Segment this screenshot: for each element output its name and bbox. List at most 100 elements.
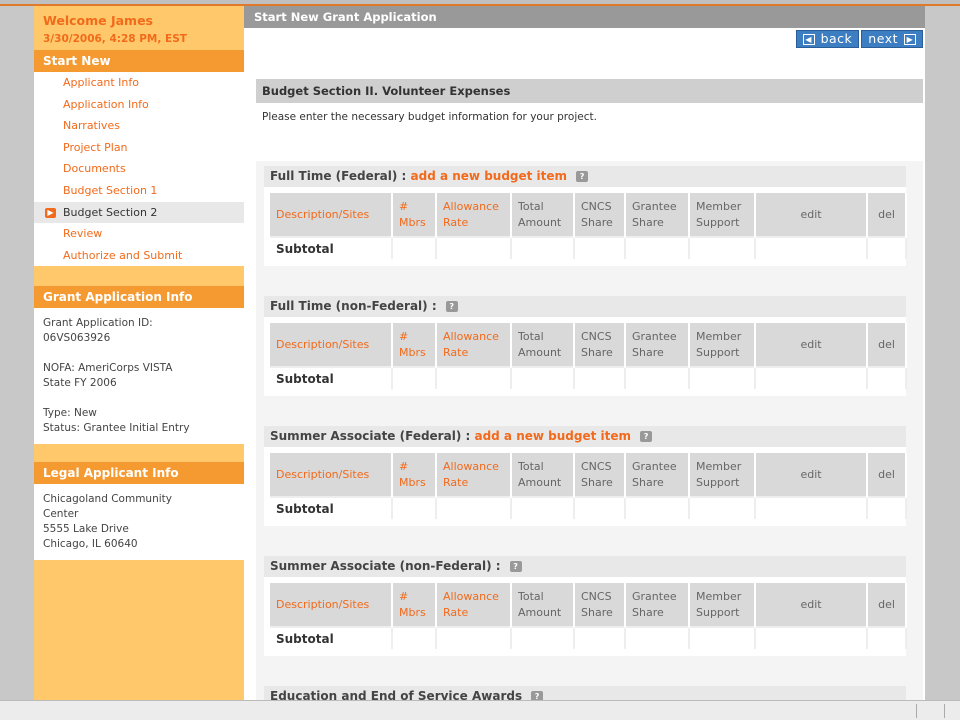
column-header-cncs-share: CNCS Share: [574, 323, 626, 367]
subtotal-cell: [436, 236, 512, 259]
sidebar-item-label: Budget Section 1: [63, 183, 158, 197]
status-divider: [944, 704, 945, 718]
column-header--mbrs[interactable]: # Mbrs: [392, 583, 437, 627]
column-header-description-sites[interactable]: Description/Sites: [270, 453, 393, 497]
column-header--mbrs[interactable]: # Mbrs: [392, 193, 437, 237]
column-header-description-sites[interactable]: Description/Sites: [270, 323, 393, 367]
page-margin-right: [925, 6, 960, 700]
help-icon[interactable]: ?: [640, 431, 653, 442]
sidebar-item-narratives[interactable]: Narratives: [34, 115, 244, 137]
column-header-edit: edit: [755, 323, 868, 367]
next-arrow-icon: ▶: [904, 33, 916, 45]
column-header-del: del: [867, 583, 907, 627]
help-icon[interactable]: ?: [576, 171, 589, 182]
grant-id-label: Grant Application ID:: [43, 317, 153, 330]
subtotal-cell: [689, 496, 756, 519]
column-header-member-support: Member Support: [689, 583, 756, 627]
table-header-row: Description/Sites # Mbrs Allowance Rate Tot…: [270, 453, 907, 497]
help-icon[interactable]: ?: [445, 301, 458, 312]
column-header--mbrs[interactable]: # Mbrs: [392, 453, 437, 497]
sidebar-spacer: [34, 266, 244, 287]
sidebar-item-budget-section-1[interactable]: Budget Section 1: [34, 180, 244, 202]
sidebar-nav: Applicant Info Application Info Narratives…: [34, 72, 244, 267]
subtotal-cell: [867, 366, 907, 389]
welcome-name: Welcome James: [43, 13, 153, 28]
grant-info-box: Grant Application ID: 06VS063926 NOFA: A…: [34, 308, 244, 445]
add-budget-item-link[interactable]: add a new budget item: [411, 169, 568, 183]
column-header-grantee-share: Grantee Share: [625, 193, 690, 237]
budget-content: Budget Section II. Volunteer Expenses Pl…: [256, 79, 923, 700]
column-header-member-support: Member Support: [689, 453, 756, 497]
column-header-grantee-share: Grantee Share: [625, 323, 690, 367]
subtotal-cell: [755, 366, 868, 389]
column-header-allowance-rate[interactable]: Allowance Rate: [436, 453, 512, 497]
sidebar-item-budget-section-2[interactable]: ▶ Budget Section 2: [34, 201, 244, 224]
budget-block-label: Summer Associate (non-Federal) :: [270, 559, 501, 573]
column-header-total-amount: Total Amount: [511, 323, 575, 367]
subtotal-cell: [511, 366, 575, 389]
grant-info-header: Grant Application Info: [34, 286, 244, 309]
legal-applicant-box: Chicagoland Community Center 5555 Lake D…: [34, 484, 244, 561]
subtotal-cell: [511, 236, 575, 259]
subtotal-label: Subtotal: [270, 236, 393, 259]
column-header-grantee-share: Grantee Share: [625, 583, 690, 627]
help-icon[interactable]: ?: [531, 691, 544, 700]
sidebar-item-documents[interactable]: Documents: [34, 158, 244, 180]
main-panel: Start New Grant Application ◀ back next …: [244, 6, 925, 700]
budget-block-label: Full Time (Federal) :: [270, 169, 407, 183]
sidebar-item-label: Authorize and Submit: [63, 248, 183, 262]
sidebar-item-authorize-and-submit[interactable]: Authorize and Submit: [34, 245, 244, 267]
sidebar-item-label: Application Info: [63, 97, 149, 111]
subtotal-cell: [689, 366, 756, 389]
sidebar-item-label: Narratives: [63, 119, 120, 133]
subtotal-cell: [755, 496, 868, 519]
grant-status: Status: Grantee Initial Entry: [43, 422, 190, 435]
add-budget-item-link[interactable]: add a new budget item: [474, 429, 631, 443]
subtotal-cell: [689, 236, 756, 259]
subtotal-cell: [867, 236, 907, 259]
subtotal-row: Subtotal: [270, 626, 907, 649]
subtotal-label: Subtotal: [270, 496, 393, 519]
column-header-total-amount: Total Amount: [511, 193, 575, 237]
start-new-header: Start New: [34, 50, 244, 72]
legal-address: 5555 Lake Drive: [43, 523, 129, 536]
column-header-description-sites[interactable]: Description/Sites: [270, 583, 393, 627]
column-header--mbrs[interactable]: # Mbrs: [392, 323, 437, 367]
subtotal-cell: [511, 496, 575, 519]
subtotal-cell: [436, 366, 512, 389]
column-header-grantee-share: Grantee Share: [625, 453, 690, 497]
column-header-del: del: [867, 193, 907, 237]
subtotal-cell: [436, 496, 512, 519]
subtotal-cell: [392, 626, 437, 649]
subtotal-cell: [867, 626, 907, 649]
column-header-allowance-rate[interactable]: Allowance Rate: [436, 583, 512, 627]
sidebar-item-project-plan[interactable]: Project Plan: [34, 137, 244, 159]
next-button[interactable]: next ▶: [861, 30, 923, 48]
column-header-allowance-rate[interactable]: Allowance Rate: [436, 323, 512, 367]
column-header-description-sites[interactable]: Description/Sites: [270, 193, 393, 237]
sidebar-item-applicant-info[interactable]: Applicant Info: [34, 72, 244, 94]
subtotal-cell: [689, 626, 756, 649]
legal-name-2: Center: [43, 508, 79, 521]
column-header-member-support: Member Support: [689, 323, 756, 367]
legal-applicant-header: Legal Applicant Info: [34, 462, 244, 485]
budget-block-education-awards: Education and End of Service Awards?: [264, 686, 906, 700]
table-header-row: Description/Sites # Mbrs Allowance Rate Tot…: [270, 323, 907, 367]
column-header-allowance-rate[interactable]: Allowance Rate: [436, 193, 512, 237]
column-header-edit: edit: [755, 193, 868, 237]
budget-table: Description/Sites # Mbrs Allowance Rate Tot…: [270, 453, 907, 519]
column-header-edit: edit: [755, 583, 868, 627]
back-button[interactable]: ◀ back: [795, 30, 860, 48]
back-label: back: [820, 31, 853, 46]
help-icon[interactable]: ?: [509, 561, 522, 572]
subtotal-cell: [755, 626, 868, 649]
sidebar-spacer-2: [34, 444, 244, 463]
budget-table-wrap: Description/Sites # Mbrs Allowance Rate Tot…: [270, 323, 907, 389]
sidebar-item-label: Budget Section 2: [63, 205, 158, 219]
welcome-box: Welcome James 3/30/2006, 4:28 PM, EST: [34, 6, 244, 50]
subtotal-cell: [436, 626, 512, 649]
budget-block-label: Full Time (non-Federal) :: [270, 299, 437, 313]
sidebar-item-review[interactable]: Review: [34, 223, 244, 245]
sidebar-item-application-info[interactable]: Application Info: [34, 94, 244, 116]
sidebar-item-label: Project Plan: [63, 140, 128, 154]
